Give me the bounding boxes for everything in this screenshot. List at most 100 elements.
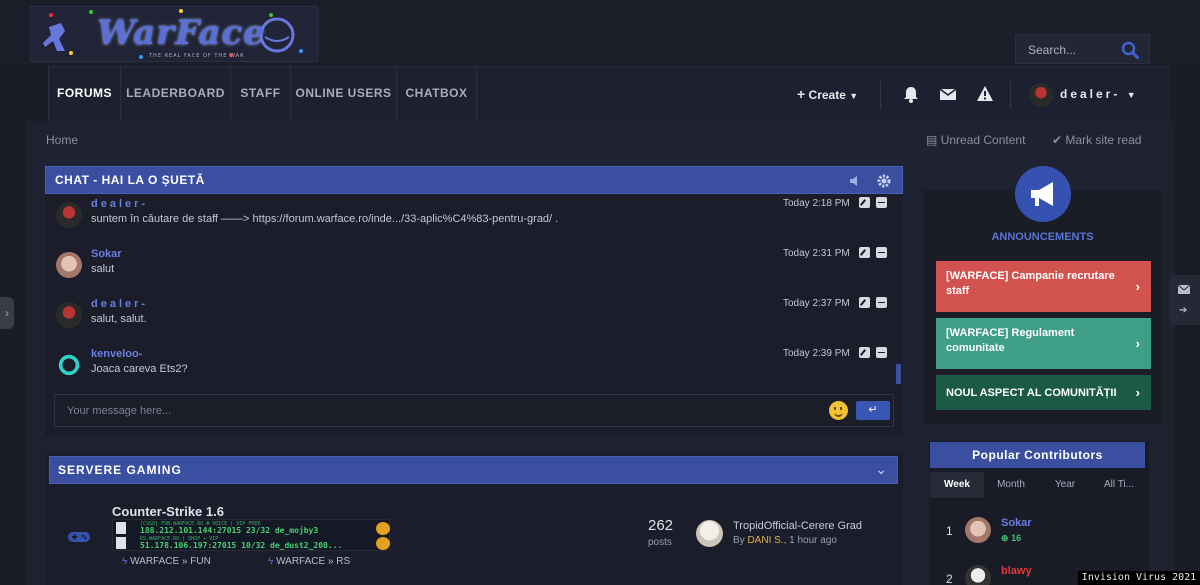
tab-year[interactable]: Year (1038, 472, 1092, 498)
tab-month[interactable]: Month (984, 472, 1038, 498)
envelope-icon[interactable] (939, 85, 957, 103)
tab-week[interactable]: Week (930, 472, 984, 498)
top-header: WarFace THE REAL FACE OF THE WAR Search.… (0, 0, 1200, 66)
gear-icon[interactable] (877, 174, 891, 188)
server-status-banner[interactable]: [CSGO] FUN.WARFACE.RO # VOICE | VIP FREE… (112, 519, 390, 551)
send-button[interactable]: ↵ (856, 401, 890, 420)
gametracker-icon (376, 537, 390, 550)
chat-text: suntem în căutare de staff ——> https://f… (91, 213, 559, 225)
announcement-label: [WARFACE] Campanie recrutare staff (946, 270, 1115, 297)
user-name: dealer- (1060, 87, 1121, 101)
search-input[interactable]: Search... (1028, 43, 1076, 57)
edit-icon[interactable] (859, 247, 870, 258)
gametracker-icon (376, 522, 390, 535)
last-post-by: By (733, 535, 745, 546)
mark-site-read-link[interactable]: ✔ Mark site read (1052, 133, 1141, 147)
chat-avatar[interactable] (56, 202, 82, 228)
mark-site-read-label: Mark site read (1065, 133, 1142, 147)
chevron-right-icon: › (1135, 335, 1140, 351)
bolt-icon: ϟ (122, 556, 128, 567)
check-icon: ✔ (1052, 133, 1063, 147)
subforum-link[interactable]: ϟ WARFACE » FUN (122, 556, 211, 567)
sound-icon[interactable] (849, 175, 861, 187)
tab-all-time[interactable]: All Ti... (1092, 472, 1146, 498)
chat-message: Sokar salut Today 2:31 PM (45, 247, 903, 294)
chat-text: salut (91, 263, 115, 275)
contributor-name[interactable]: blawy (1001, 565, 1032, 577)
posts-count: 262 (648, 517, 674, 534)
nav-leaderboard[interactable]: LEADERBOARD (121, 67, 231, 122)
contributor-avatar[interactable] (965, 517, 991, 543)
megaphone-icon (1015, 166, 1071, 222)
user-menu[interactable]: dealer- ▼ (1060, 67, 1136, 122)
posts-label: posts (648, 537, 672, 548)
popular-contributors-widget: Popular Contributors Week Month Year All… (929, 441, 1149, 585)
last-post-user[interactable]: DANI S. (747, 535, 783, 546)
announcement-item[interactable]: [WARFACE] Campanie recrutare staff › (936, 261, 1151, 312)
chat-time: Today 2:39 PM (783, 348, 850, 359)
reputation-value: 16 (1011, 533, 1022, 543)
chat-message-input[interactable]: Your message here... ↵ (54, 394, 894, 427)
forum-title[interactable]: Counter-Strike 1.6 (112, 504, 224, 519)
chat-avatar[interactable] (56, 352, 82, 378)
chat-username[interactable]: kenveloo- (91, 348, 142, 360)
chat-message: dealer- salut, salut. Today 2:37 PM (45, 297, 903, 344)
announcement-label: NOUL ASPECT AL COMUNITĂȚII (946, 387, 1117, 399)
contributor-avatar[interactable] (965, 565, 991, 585)
bell-icon[interactable] (902, 85, 920, 103)
nav-forums[interactable]: FORUMS (48, 67, 121, 122)
bolt-icon: ϟ (268, 556, 274, 567)
chevron-down-icon: ▼ (849, 91, 859, 101)
main-nav: FORUMS LEADERBOARD STAFF ONLINE USERS CH… (48, 66, 1170, 122)
search-box[interactable]: Search... (1015, 34, 1150, 64)
envelope-icon[interactable] (1178, 285, 1190, 295)
newspaper-icon: ▤ (926, 133, 938, 147)
logo-tagline: THE REAL FACE OF THE WAR (149, 53, 245, 59)
delete-icon[interactable] (876, 247, 887, 258)
chevron-right-icon: › (1135, 384, 1140, 400)
arrow-right-icon[interactable]: ➔ (1179, 305, 1187, 316)
chat-username[interactable]: Sokar (91, 248, 122, 260)
contributor-name[interactable]: Sokar (1001, 517, 1032, 529)
create-button[interactable]: + Create ▼ (797, 67, 858, 122)
nav-staff[interactable]: STAFF (231, 67, 291, 122)
chat-scrollbar[interactable] (896, 364, 901, 384)
chat-message: kenveloo- Joaca careva Ets2? Today 2:39 … (45, 347, 903, 394)
chat-username[interactable]: dealer- (91, 298, 148, 310)
edit-icon[interactable] (859, 197, 870, 208)
delete-icon[interactable] (876, 347, 887, 358)
breadcrumb-home[interactable]: Home (46, 133, 78, 147)
last-post-title[interactable]: TropidOfficial-Cerere Grad (733, 520, 862, 532)
announcement-item[interactable]: NOUL ASPECT AL COMUNITĂȚII › (936, 375, 1151, 410)
subforum-link[interactable]: ϟ WARFACE » RS (268, 556, 350, 567)
chevron-right-icon: › (5, 306, 9, 320)
last-post-avatar[interactable] (696, 520, 723, 547)
announcement-item[interactable]: [WARFACE] Regulament comunitate › (936, 318, 1151, 369)
emoji-icon[interactable] (829, 401, 848, 420)
chat-avatar[interactable] (56, 252, 82, 278)
chevron-down-icon[interactable]: ⌄ (875, 461, 887, 478)
search-icon[interactable] (1121, 41, 1139, 59)
chevron-right-icon: › (1135, 278, 1140, 294)
delete-icon[interactable] (876, 297, 887, 308)
chat-avatar[interactable] (56, 302, 82, 328)
unread-content-link[interactable]: ▤ Unread Content (926, 133, 1025, 147)
nav-online-users[interactable]: ONLINE USERS (291, 67, 397, 122)
chat-username[interactable]: dealer- (91, 198, 148, 210)
subforum-label: WARFACE » RS (276, 556, 351, 567)
chat-text: Joaca careva Ets2? (91, 363, 188, 375)
servers-header[interactable]: SERVERE GAMING ⌄ (49, 456, 898, 484)
nav-divider (880, 81, 881, 109)
server-info: 188.212.101.144:27015 23/32 de_mojby3 (140, 526, 319, 535)
nav-chatbox[interactable]: CHATBOX (397, 67, 477, 122)
delete-icon[interactable] (876, 197, 887, 208)
chat-time: Today 2:31 PM (783, 248, 850, 259)
user-avatar[interactable] (1029, 83, 1053, 107)
edit-icon[interactable] (859, 297, 870, 308)
warning-icon[interactable] (976, 85, 994, 103)
sidebar-toggle[interactable]: › (0, 297, 14, 329)
edit-icon[interactable] (859, 347, 870, 358)
nav-divider (1010, 81, 1011, 109)
site-logo[interactable]: WarFace THE REAL FACE OF THE WAR (30, 6, 318, 62)
servers-section: SERVERE GAMING ⌄ Counter-Strike 1.6 [CSG… (45, 453, 903, 585)
